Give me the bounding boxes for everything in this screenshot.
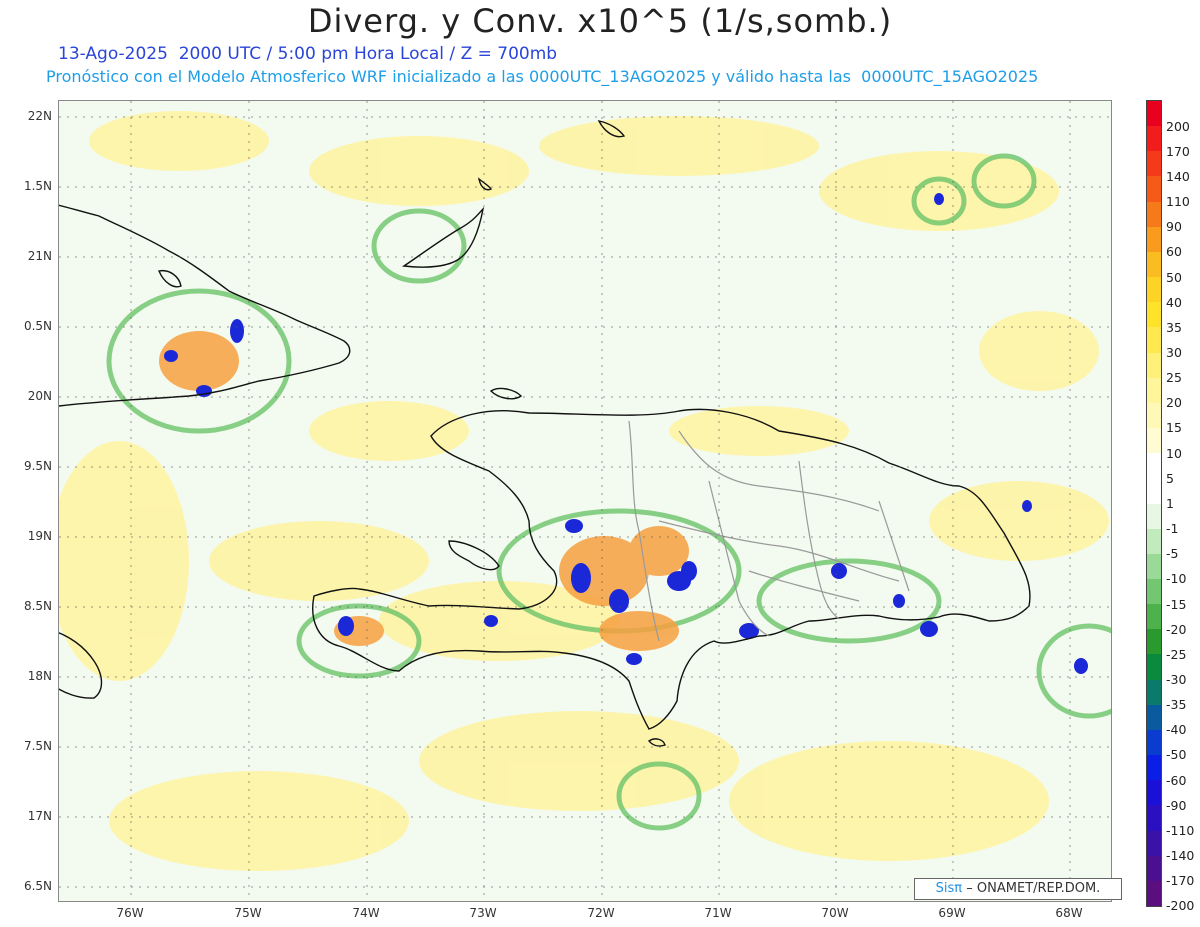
colorbar-segment xyxy=(1147,126,1161,152)
colorbar-label: -200 xyxy=(1166,898,1195,914)
colorbar-label: 5 xyxy=(1166,470,1174,486)
colorbar-segment xyxy=(1147,226,1161,252)
lon-label: 70W xyxy=(821,906,849,920)
lat-label: 1.5N xyxy=(23,179,52,193)
colorbar-label: -15 xyxy=(1166,596,1187,612)
colorbar-label: 20 xyxy=(1166,395,1182,411)
lon-label: 72W xyxy=(587,906,615,920)
colorbar-label: 10 xyxy=(1166,445,1182,461)
colorbar-segment xyxy=(1147,654,1161,680)
colorbar-segment xyxy=(1147,201,1161,227)
colorbar-label: -40 xyxy=(1166,722,1187,738)
colorbar-segment xyxy=(1147,277,1161,303)
colorbar-label: 25 xyxy=(1166,370,1182,386)
colorbar-segment xyxy=(1147,402,1161,429)
colorbar-segment xyxy=(1147,830,1161,856)
credit-text: – ONAMET/REP.DOM. xyxy=(966,881,1101,896)
colorbar-label: -20 xyxy=(1166,621,1187,637)
colorbar-segment xyxy=(1147,629,1161,655)
colorbar-label: 30 xyxy=(1166,344,1182,360)
colorbar-label: 170 xyxy=(1166,143,1190,159)
lat-label: 22N xyxy=(27,109,52,123)
lon-label: 75W xyxy=(234,906,262,920)
lat-label: 19N xyxy=(27,529,52,543)
colorbar xyxy=(1146,100,1162,907)
lat-label: 21N xyxy=(27,249,52,263)
colorbar-label: -50 xyxy=(1166,747,1187,763)
colorbar-segment xyxy=(1147,251,1161,278)
map-canvas xyxy=(59,101,1111,901)
colorbar-segment xyxy=(1147,528,1161,554)
colorbar-label: -170 xyxy=(1166,873,1195,889)
colorbar-label: 50 xyxy=(1166,269,1182,285)
colorbar-label: -10 xyxy=(1166,571,1187,587)
colorbar-segment xyxy=(1147,377,1161,403)
colorbar-segment xyxy=(1147,755,1161,781)
lon-label: 68W xyxy=(1055,906,1083,920)
colorbar-label: 110 xyxy=(1166,194,1190,210)
forecast-time-line: 13-Ago-2025 2000 UTC / 5:00 pm Hora Loca… xyxy=(58,44,558,64)
lon-label: 71W xyxy=(704,906,732,920)
colorbar-segment xyxy=(1147,704,1161,730)
credit-box: Sisπ – ONAMET/REP.DOM. xyxy=(914,878,1122,900)
colorbar-label: -90 xyxy=(1166,797,1187,813)
colorbar-segment xyxy=(1147,604,1161,630)
lon-label: 73W xyxy=(469,906,497,920)
lat-label: 7.5N xyxy=(23,739,52,753)
credit-logo-text: Sisπ xyxy=(935,881,963,896)
colorbar-segment xyxy=(1147,780,1161,806)
colorbar-label: 200 xyxy=(1166,118,1190,134)
colorbar-segment xyxy=(1147,679,1161,705)
colorbar-label: -1 xyxy=(1166,521,1179,537)
colorbar-segment xyxy=(1147,176,1161,202)
colorbar-label: 60 xyxy=(1166,244,1182,260)
chart-title: Diverg. y Conv. x10^5 (1/s,somb.) xyxy=(307,2,893,40)
lat-label: 8.5N xyxy=(23,599,52,613)
colorbar-label: -110 xyxy=(1166,822,1195,838)
lat-label: 20N xyxy=(27,389,52,403)
colorbar-label: 1 xyxy=(1166,495,1174,511)
lat-label: 17N xyxy=(27,809,52,823)
lat-label: 9.5N xyxy=(23,459,52,473)
colorbar-segment xyxy=(1147,428,1161,454)
lat-label: 6.5N xyxy=(23,879,52,893)
colorbar-segment xyxy=(1147,302,1161,328)
colorbar-segment xyxy=(1147,729,1161,756)
colorbar-segment xyxy=(1147,453,1161,479)
colorbar-segment xyxy=(1147,805,1161,831)
colorbar-label: -35 xyxy=(1166,697,1187,713)
colorbar-label: -5 xyxy=(1166,546,1179,562)
colorbar-segment xyxy=(1147,880,1161,906)
colorbar-segment xyxy=(1147,855,1161,881)
colorbar-label: 35 xyxy=(1166,319,1182,335)
colorbar-label: -140 xyxy=(1166,848,1195,864)
colorbar-label: 15 xyxy=(1166,420,1182,436)
colorbar-label: 40 xyxy=(1166,294,1182,310)
colorbar-label: 90 xyxy=(1166,219,1182,235)
model-info-line: Pronóstico con el Modelo Atmosferico WRF… xyxy=(46,67,1039,86)
colorbar-label: -60 xyxy=(1166,772,1187,788)
colorbar-segment xyxy=(1147,578,1161,605)
colorbar-segment xyxy=(1147,553,1161,579)
lat-label: 0.5N xyxy=(23,319,52,333)
lon-label: 74W xyxy=(352,906,380,920)
colorbar-segment xyxy=(1147,151,1161,177)
colorbar-segment xyxy=(1147,101,1161,127)
colorbar-label: -25 xyxy=(1166,646,1187,662)
colorbar-segment xyxy=(1147,503,1161,529)
colorbar-segment xyxy=(1147,352,1161,378)
lon-label: 76W xyxy=(116,906,144,920)
colorbar-label: 140 xyxy=(1166,168,1190,184)
divergence-map xyxy=(58,100,1112,902)
lon-label: 69W xyxy=(938,906,966,920)
lat-label: 18N xyxy=(27,669,52,683)
colorbar-segment xyxy=(1147,478,1161,504)
colorbar-label: -30 xyxy=(1166,672,1187,688)
colorbar-segment xyxy=(1147,327,1161,353)
